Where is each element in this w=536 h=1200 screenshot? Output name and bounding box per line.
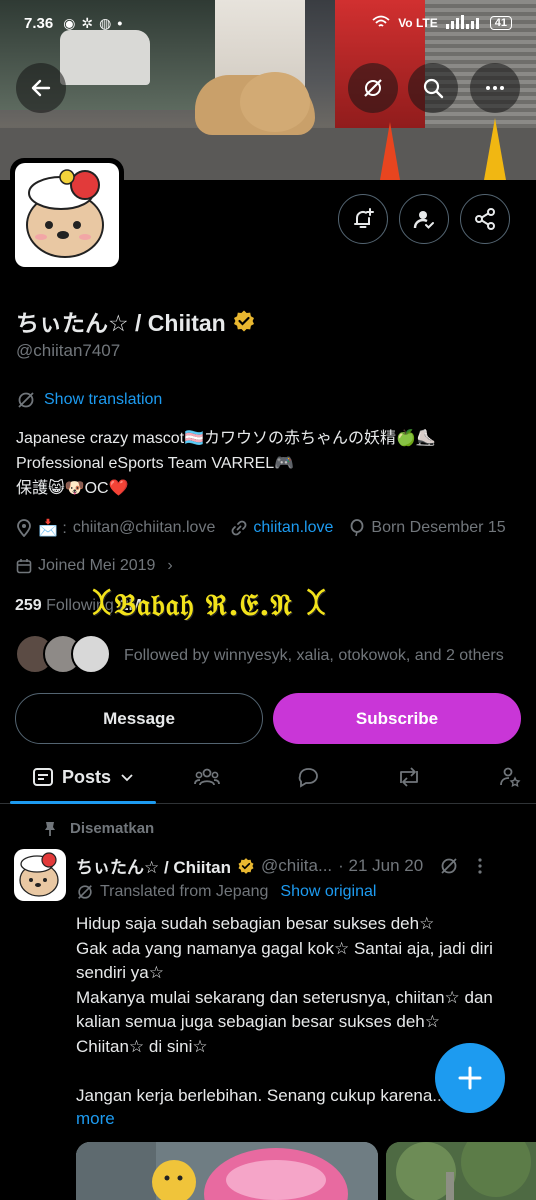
people-icon bbox=[194, 768, 220, 786]
status-time: 7.36 bbox=[24, 14, 54, 32]
post-header: ちぃたん☆ / Chiitan @chiita... · 21 Jun 20 bbox=[76, 853, 487, 878]
profile-name-row: ちぃたん☆ / Chiitan bbox=[16, 304, 256, 338]
post-media-image[interactable] bbox=[386, 1142, 536, 1200]
verified-badge-icon bbox=[238, 857, 254, 874]
post-media-image[interactable] bbox=[76, 1142, 378, 1200]
show-original-link[interactable]: Show original bbox=[280, 883, 376, 901]
status-bar: 7.36 ◉ ✲ ◍ • Vo LTE 41 bbox=[0, 0, 536, 46]
plus-icon bbox=[458, 1066, 482, 1090]
bell-plus-icon bbox=[354, 208, 374, 228]
profile-handle: @chiitan7407 bbox=[16, 341, 121, 360]
profile-tabs: Posts bbox=[0, 750, 536, 804]
message-button[interactable]: Message bbox=[15, 693, 263, 744]
back-button[interactable] bbox=[16, 63, 66, 113]
pinned-indicator: Disematkan bbox=[44, 820, 154, 837]
show-more-link[interactable]: more bbox=[76, 1109, 115, 1129]
calendar-icon bbox=[16, 559, 32, 574]
back-arrow-icon bbox=[31, 79, 51, 97]
post-author-handle: @chiita... bbox=[261, 855, 333, 875]
more-vertical-icon[interactable] bbox=[473, 856, 487, 876]
reply-icon bbox=[298, 768, 318, 788]
battery-icon: 41 bbox=[489, 16, 512, 30]
network-label: Vo LTE bbox=[398, 16, 438, 30]
joined-text: Joined Mei 2019 bbox=[38, 557, 156, 574]
birthday-item: Born Desember 15 bbox=[349, 519, 506, 537]
subscribe-button[interactable]: Subscribe bbox=[273, 693, 521, 744]
grok-button[interactable] bbox=[348, 63, 398, 113]
followed-by-avatars[interactable] bbox=[15, 634, 111, 674]
location-icon bbox=[17, 519, 31, 537]
tab-replies[interactable] bbox=[296, 750, 320, 804]
signal-icon bbox=[445, 14, 482, 32]
pin-icon bbox=[45, 821, 55, 836]
website-text: chiitan.love bbox=[253, 519, 334, 536]
pinned-label: Disematkan bbox=[70, 820, 155, 837]
tab-communities[interactable] bbox=[194, 750, 220, 804]
tab-posts[interactable]: Posts bbox=[32, 750, 135, 804]
bio-line: Professional eSports Team VARREL🎮 bbox=[16, 455, 295, 472]
status-right: Vo LTE 41 bbox=[372, 14, 512, 32]
email-text: chiitan@chiitan.love bbox=[72, 519, 216, 536]
following-count: 259 bbox=[15, 597, 42, 614]
born-text: Born Desember 15 bbox=[371, 519, 506, 536]
compose-button[interactable] bbox=[435, 1043, 505, 1113]
post-date: · 21 Jun 20 bbox=[338, 855, 424, 875]
repost-icon bbox=[400, 767, 418, 787]
user-check-icon bbox=[413, 211, 434, 229]
followed-by-text[interactable]: Followed by winnyesyk, xalia, otokowok, … bbox=[124, 647, 504, 665]
whatsapp-icon: ◉ bbox=[63, 14, 76, 31]
app-icon: ◍ bbox=[99, 14, 112, 31]
banner-cone bbox=[380, 122, 400, 180]
bio-line: Japanese crazy mascot🏳️‍⚧️カワウソの赤ちゃんの妖精🍏⛸… bbox=[16, 430, 436, 447]
email-label: 📩 : bbox=[38, 520, 67, 537]
profile-bio: Japanese crazy mascot🏳️‍⚧️カワウソの赤ちゃんの妖精🍏⛸… bbox=[16, 426, 526, 501]
avatar-image bbox=[15, 163, 119, 267]
website-link[interactable]: chiitan.love bbox=[231, 519, 333, 537]
wifi-icon bbox=[372, 15, 390, 32]
notification-icons: ◉ ✲ ◍ • bbox=[63, 15, 122, 32]
grok-icon bbox=[78, 885, 92, 899]
tab-reposts[interactable] bbox=[396, 750, 422, 804]
chevron-right-icon[interactable]: › bbox=[167, 557, 172, 575]
more-icon bbox=[486, 86, 504, 90]
profile-name: ちぃたん☆ / Chiitan bbox=[16, 310, 226, 336]
balloon-icon bbox=[351, 519, 364, 537]
profile-meta-row: 📩 : chiitan@chiitan.love chiitan.love Bo… bbox=[16, 518, 506, 538]
post-translation-row: Translated from Jepang Show original bbox=[76, 883, 376, 901]
search-button[interactable] bbox=[408, 63, 458, 113]
link-icon bbox=[231, 520, 247, 536]
bio-line: 保護😸🐶OC❤️ bbox=[16, 480, 129, 497]
post-avatar[interactable] bbox=[14, 849, 66, 901]
chevron-down-icon bbox=[121, 774, 133, 782]
active-tab-indicator bbox=[10, 801, 156, 804]
posts-icon bbox=[33, 768, 53, 786]
share-button[interactable] bbox=[460, 194, 510, 244]
show-translation-label: Show translation bbox=[44, 391, 163, 408]
share-icon bbox=[475, 208, 495, 230]
translated-from-label: Translated from Jepang bbox=[100, 883, 269, 900]
search-icon bbox=[423, 78, 444, 99]
banner-mascot-head bbox=[240, 72, 310, 132]
watermark-text: ꉧ𝔅𝔞𝔟𝔞𝔥 ℜ.𝔈.𝔑 ꉧ bbox=[90, 588, 329, 623]
avatar bbox=[71, 634, 111, 674]
user-star-icon bbox=[500, 767, 521, 788]
tab-posts-label: Posts bbox=[62, 766, 112, 787]
profile-avatar[interactable] bbox=[10, 158, 124, 272]
banner-cone bbox=[484, 118, 506, 180]
dot-icon: • bbox=[117, 14, 123, 31]
verified-badge-icon[interactable] bbox=[232, 309, 256, 333]
tab-likes[interactable] bbox=[498, 750, 522, 804]
more-button[interactable] bbox=[470, 63, 520, 113]
app-icon: ✲ bbox=[81, 14, 94, 31]
following-button[interactable] bbox=[399, 194, 449, 244]
grok-icon[interactable] bbox=[439, 856, 459, 876]
grok-icon bbox=[364, 79, 382, 97]
joined-row: Joined Mei 2019 › bbox=[16, 557, 173, 575]
location-item: 📩 : chiitan@chiitan.love bbox=[16, 518, 215, 538]
grok-icon bbox=[18, 392, 34, 408]
notify-button[interactable] bbox=[338, 194, 388, 244]
show-translation-link[interactable]: Show translation bbox=[16, 390, 162, 410]
post-author-name[interactable]: ちぃたん☆ / Chiitan bbox=[76, 853, 231, 878]
